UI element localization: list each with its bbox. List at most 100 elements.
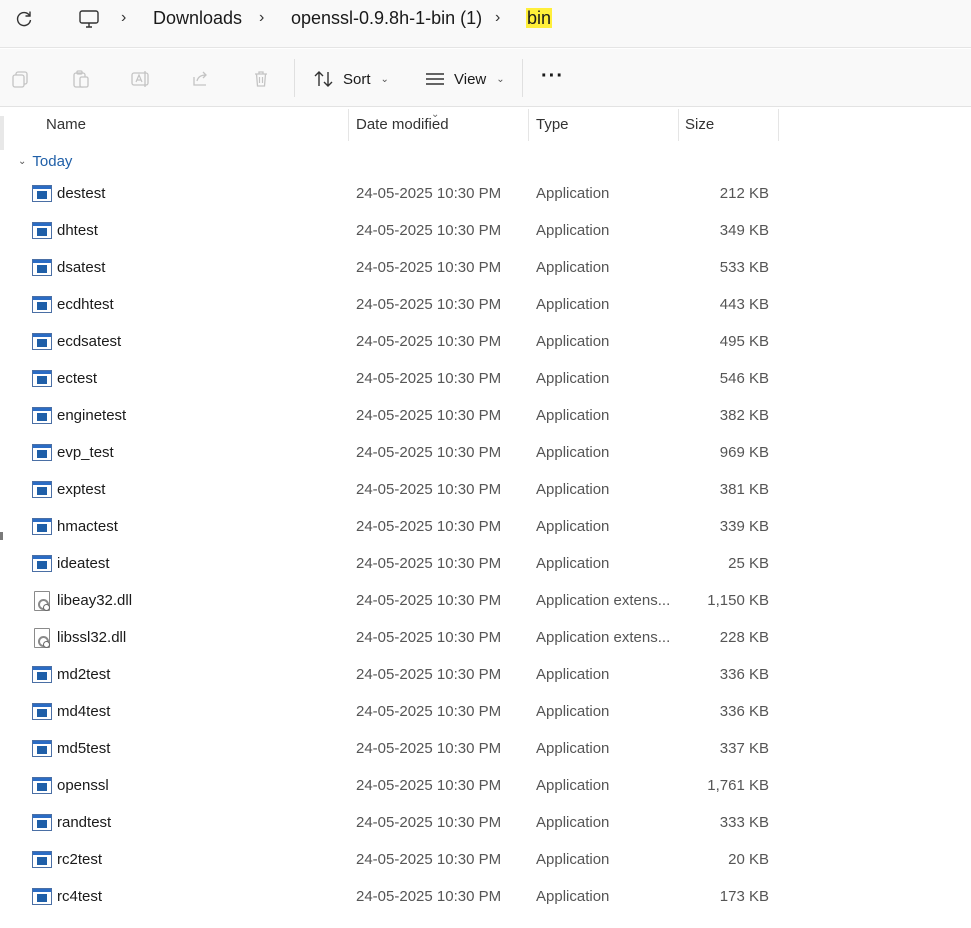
application-icon — [31, 360, 53, 397]
file-row[interactable]: destest 24-05-2025 10:30 PM Application 212… — [0, 175, 971, 212]
file-name: dhtest — [57, 222, 98, 239]
application-icon — [31, 471, 53, 508]
view-button[interactable]: View ⌄ — [424, 67, 505, 91]
file-date-modified: 24-05-2025 10:30 PM — [356, 407, 502, 424]
file-size: 969 KB — [719, 444, 769, 461]
view-icon — [426, 73, 444, 85]
file-name: dsatest — [57, 259, 106, 276]
file-row[interactable]: exptest 24-05-2025 10:30 PM Application 381… — [0, 471, 971, 508]
delete-icon[interactable] — [249, 67, 273, 91]
group-label: Today — [32, 152, 73, 170]
sort-button[interactable]: Sort ⌄ — [313, 67, 389, 91]
window-app-icon — [32, 777, 52, 794]
file-date-modified: 24-05-2025 10:30 PM — [356, 629, 502, 646]
rename-icon[interactable] — [129, 67, 153, 91]
group-header-today[interactable]: ⌄ Today — [18, 150, 72, 172]
file-type: Application — [536, 851, 610, 868]
column-header: Name Date modified Type Size — [0, 107, 971, 141]
file-row[interactable]: md4test 24-05-2025 10:30 PM Application 336… — [0, 693, 971, 730]
file-date-modified: 24-05-2025 10:30 PM — [356, 296, 502, 313]
file-size: 1,150 KB — [707, 592, 769, 609]
file-date-modified: 24-05-2025 10:30 PM — [356, 555, 502, 572]
file-size: 173 KB — [719, 888, 769, 905]
file-type: Application — [536, 296, 610, 313]
chevron-down-icon: ⌄ — [18, 155, 27, 167]
file-row[interactable]: randtest 24-05-2025 10:30 PM Application 33… — [0, 804, 971, 841]
column-name[interactable]: Name — [38, 107, 348, 141]
file-size: 228 KB — [719, 629, 769, 646]
file-row[interactable]: ideatest 24-05-2025 10:30 PM Application 25… — [0, 545, 971, 582]
breadcrumb-downloads[interactable]: Downloads — [153, 8, 242, 29]
monitor-icon[interactable] — [78, 8, 100, 35]
edge-marker — [0, 532, 3, 540]
file-date-modified: 24-05-2025 10:30 PM — [356, 851, 502, 868]
window-app-icon — [32, 185, 52, 202]
file-date-modified: 24-05-2025 10:30 PM — [356, 370, 502, 387]
column-type[interactable]: Type — [528, 107, 678, 141]
application-icon — [31, 212, 53, 249]
file-name: randtest — [57, 814, 112, 831]
copy-icon[interactable] — [8, 67, 32, 91]
file-row[interactable]: libssl32.dll 24-05-2025 10:30 PM Applicati… — [0, 619, 971, 656]
chevron-right-icon: › — [121, 9, 127, 26]
file-row[interactable]: rc2test 24-05-2025 10:30 PM Application 20 … — [0, 841, 971, 878]
window-app-icon — [32, 370, 52, 387]
file-date-modified: 24-05-2025 10:30 PM — [356, 222, 502, 239]
file-size: 337 KB — [719, 740, 769, 757]
file-row[interactable]: dhtest 24-05-2025 10:30 PM Application 349 … — [0, 212, 971, 249]
chevron-right-icon: › — [259, 9, 265, 26]
file-name: md5test — [57, 740, 111, 757]
file-name: libeay32.dll — [57, 592, 133, 609]
file-size: 546 KB — [719, 370, 769, 387]
file-row[interactable]: ecdsatest 24-05-2025 10:30 PM Application 4… — [0, 323, 971, 360]
address-bar[interactable]: › Downloads › openssl-0.9.8h-1-bin (1) ›… — [62, 0, 971, 38]
file-size: 443 KB — [719, 296, 769, 313]
file-name: ectest — [57, 370, 98, 387]
application-icon — [31, 693, 53, 730]
file-type: Application — [536, 407, 610, 424]
dll-file-icon — [31, 582, 53, 619]
file-row[interactable]: enginetest 24-05-2025 10:30 PM Application… — [0, 397, 971, 434]
file-row[interactable]: libeay32.dll 24-05-2025 10:30 PM Applicati… — [0, 582, 971, 619]
file-type: Application — [536, 888, 610, 905]
sort-label: Sort — [343, 70, 371, 88]
file-name: rc4test — [57, 888, 103, 905]
column-size[interactable]: Size — [677, 107, 778, 141]
file-date-modified: 24-05-2025 10:30 PM — [356, 333, 502, 350]
window-app-icon — [32, 222, 52, 239]
share-icon[interactable] — [189, 67, 213, 91]
window-app-icon — [32, 555, 52, 572]
file-row[interactable]: hmactest 24-05-2025 10:30 PM Application 33… — [0, 508, 971, 545]
paste-icon[interactable] — [69, 67, 93, 91]
application-icon — [31, 175, 53, 212]
file-type: Application extens... — [536, 629, 671, 646]
file-row[interactable]: openssl 24-05-2025 10:30 PM Application 1,7… — [0, 767, 971, 804]
file-row[interactable]: ecdhtest 24-05-2025 10:30 PM Application 44… — [0, 286, 971, 323]
file-date-modified: 24-05-2025 10:30 PM — [356, 481, 502, 498]
file-name: md2test — [57, 666, 111, 683]
file-row[interactable]: md5test 24-05-2025 10:30 PM Application 337… — [0, 730, 971, 767]
file-date-modified: 24-05-2025 10:30 PM — [356, 888, 502, 905]
file-row[interactable]: md2test 24-05-2025 10:30 PM Application 336… — [0, 656, 971, 693]
file-name: exptest — [57, 481, 106, 498]
toolbar-divider — [522, 59, 523, 97]
file-size: 333 KB — [719, 814, 769, 831]
window-app-icon — [32, 481, 52, 498]
file-row[interactable]: ectest 24-05-2025 10:30 PM Application 546 … — [0, 360, 971, 397]
more-options-button[interactable]: ··· — [541, 66, 564, 86]
file-date-modified: 24-05-2025 10:30 PM — [356, 592, 502, 609]
breadcrumb-openssl-folder[interactable]: openssl-0.9.8h-1-bin (1) — [291, 8, 482, 29]
file-type: Application — [536, 740, 610, 757]
file-row[interactable]: dsatest 24-05-2025 10:30 PM Application 533… — [0, 249, 971, 286]
application-icon — [31, 730, 53, 767]
file-size: 336 KB — [719, 703, 769, 720]
refresh-icon[interactable] — [11, 6, 37, 32]
file-type: Application — [536, 259, 610, 276]
file-name: libssl32.dll — [57, 629, 127, 646]
chevron-down-icon: ⌄ — [496, 73, 505, 85]
file-row[interactable]: evp_test 24-05-2025 10:30 PM Application 96… — [0, 434, 971, 471]
column-divider[interactable] — [778, 109, 779, 141]
file-type: Application — [536, 481, 610, 498]
breadcrumb-bin[interactable]: bin — [526, 8, 553, 29]
file-row[interactable]: rc4test 24-05-2025 10:30 PM Application 173… — [0, 878, 971, 915]
